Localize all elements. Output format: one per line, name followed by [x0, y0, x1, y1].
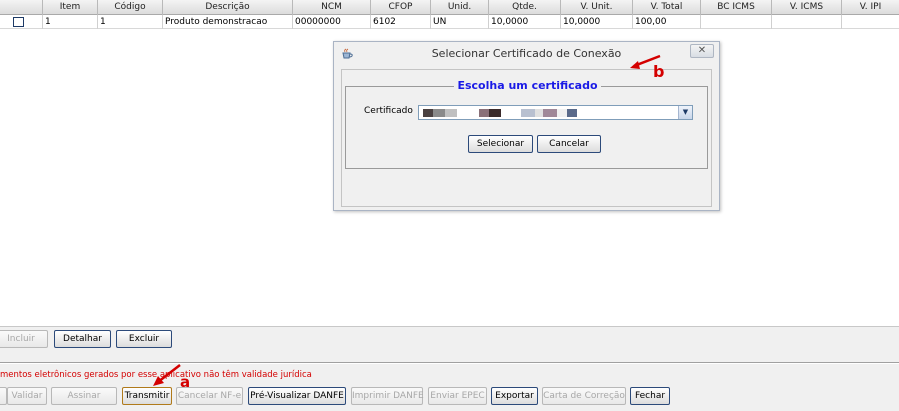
column-header-cfop[interactable]: CFOP [371, 0, 431, 15]
pre-visualizar-danfe-button[interactable]: Pré-Visualizar DANFE [248, 387, 346, 405]
cell-codigo: 1 [98, 15, 163, 29]
cell-ncm: 00000000 [293, 15, 371, 29]
fechar-button[interactable]: Fechar [630, 387, 670, 405]
detalhar-button[interactable]: Detalhar [54, 330, 111, 348]
hidden-left-button[interactable] [0, 387, 7, 405]
redacted-block [457, 109, 479, 117]
cell-v-icms [772, 15, 842, 29]
assinar-button[interactable]: Assinar [51, 387, 117, 405]
cell-v-total: 100,00 [633, 15, 701, 29]
redacted-block [423, 109, 433, 117]
redacted-block [445, 109, 457, 117]
redacted-block [489, 109, 501, 117]
column-header-unid[interactable]: Unid. [431, 0, 489, 15]
selecionar-button[interactable]: Selecionar [468, 135, 533, 153]
redacted-block [567, 109, 577, 117]
column-header-descricao[interactable]: Descrição [163, 0, 293, 15]
validar-button[interactable]: Validar [7, 387, 47, 405]
cell-v-ipi [842, 15, 899, 29]
redacted-block [521, 109, 535, 117]
annotation-label-b: b [653, 62, 665, 81]
cell-cfop: 6102 [371, 15, 431, 29]
cell-unid: UN [431, 15, 489, 29]
incluir-button[interactable]: Incluir [0, 330, 48, 348]
certificado-select[interactable]: ▼ [418, 105, 693, 120]
row-checkbox[interactable] [13, 17, 24, 27]
column-header-select[interactable] [0, 0, 43, 15]
redacted-block [479, 109, 489, 117]
section-divider [0, 362, 899, 364]
carta-correcao-button[interactable]: Carta de Correção [542, 387, 626, 405]
grid-bottom-border [0, 326, 899, 327]
table-header: Item Código Descrição NCM CFOP Unid. Qtd… [0, 0, 899, 15]
enviar-epec-button[interactable]: Enviar EPEC [428, 387, 487, 405]
transmitir-button[interactable]: Transmitir [122, 387, 172, 405]
column-header-v-total[interactable]: V. Total [633, 0, 701, 15]
close-icon[interactable]: ✕ [690, 44, 714, 58]
annotation-arrow-a [153, 364, 181, 386]
redacted-block [543, 109, 557, 117]
cell-v-unit: 10,0000 [561, 15, 633, 29]
row-select-cell [0, 15, 43, 29]
column-header-codigo[interactable]: Código [98, 0, 163, 15]
chevron-down-icon[interactable]: ▼ [678, 106, 692, 119]
legend-text: Escolha um certificado [454, 79, 601, 92]
cell-item: 1 [43, 15, 98, 29]
table-row[interactable]: 1 1 Produto demonstracao 00000000 6102 U… [0, 15, 899, 29]
exportar-button[interactable]: Exportar [491, 387, 538, 405]
imprimir-danfe-button[interactable]: Imprimir DANFE [351, 387, 424, 405]
cancelar-button[interactable]: Cancelar [537, 135, 601, 153]
cell-descricao: Produto demonstracao [163, 15, 293, 29]
column-header-bc-icms[interactable]: BC ICMS [701, 0, 772, 15]
column-header-item[interactable]: Item [43, 0, 98, 15]
certificado-label: Certificado [364, 106, 413, 116]
redacted-block [535, 109, 543, 117]
cell-qtde: 10,0000 [489, 15, 561, 29]
excluir-button[interactable]: Excluir [116, 330, 172, 348]
redacted-block [501, 109, 521, 117]
redacted-block [433, 109, 445, 117]
certificate-fieldset [345, 86, 708, 169]
column-header-v-icms[interactable]: V. ICMS [772, 0, 842, 15]
column-header-v-ipi[interactable]: V. IPI [842, 0, 899, 15]
column-header-ncm[interactable]: NCM [293, 0, 371, 15]
column-header-qtde[interactable]: Qtde. [489, 0, 561, 15]
dialog-content: Escolha um certificado Certificado ▼ Sel… [341, 69, 712, 207]
annotation-label-a: a [180, 373, 191, 391]
certificate-value-redacted [423, 109, 577, 117]
redacted-block [557, 109, 567, 117]
column-header-v-unit[interactable]: V. Unit. [561, 0, 633, 15]
cell-bc-icms [701, 15, 772, 29]
